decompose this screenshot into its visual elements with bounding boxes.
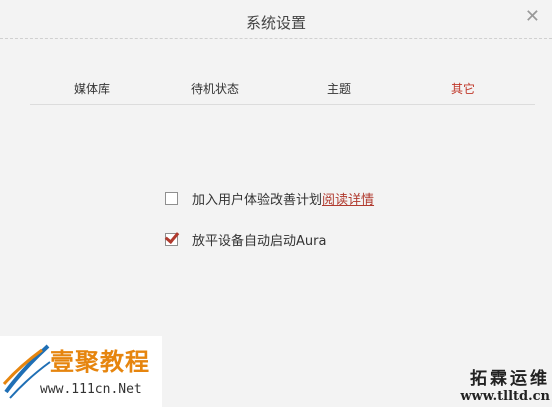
close-icon[interactable]: ✕ bbox=[525, 7, 540, 27]
auto-start-label: 放平设备自动启动Aura bbox=[192, 233, 327, 249]
watermark-left: 壹聚教程 www.111cn.Net bbox=[0, 336, 162, 407]
watermark-right-logo: 拓霖运维 bbox=[470, 369, 550, 389]
tab-bar: 媒体库 待机状态 主题 其它 bbox=[30, 70, 535, 105]
titlebar-divider bbox=[0, 38, 552, 39]
read-details-link[interactable]: 阅读详情 bbox=[322, 189, 374, 208]
watermark-left-url: www.111cn.Net bbox=[40, 382, 142, 397]
watermark-right-url: www.tlltd.cn bbox=[460, 389, 550, 404]
experience-program-checkbox[interactable] bbox=[165, 191, 178, 205]
tab-media-library[interactable]: 媒体库 bbox=[74, 80, 110, 97]
watermark-left-logo: 壹聚教程 bbox=[50, 347, 150, 376]
options-list: 加入用户体验改善计划 阅读详情 放平设备自动启动Aura bbox=[165, 188, 374, 270]
settings-dialog: 系统设置 ✕ 媒体库 待机状态 主题 其它 加入用户体验改善计划 阅读详情 放平设… bbox=[0, 0, 552, 407]
experience-program-label: 加入用户体验改善计划 bbox=[192, 192, 323, 208]
tab-standby[interactable]: 待机状态 bbox=[191, 80, 239, 97]
dialog-title: 系统设置 bbox=[245, 14, 306, 32]
auto-start-option: 放平设备自动启动Aura bbox=[165, 229, 374, 249]
tab-other[interactable]: 其它 bbox=[451, 80, 475, 97]
experience-program-option: 加入用户体验改善计划 阅读详情 bbox=[165, 188, 374, 208]
tab-theme[interactable]: 主题 bbox=[327, 80, 351, 97]
titlebar: 系统设置 ✕ bbox=[0, 0, 552, 38]
auto-start-checkbox[interactable] bbox=[165, 232, 178, 246]
watermark-right: 拓霖运维 www.tlltd.cn bbox=[442, 364, 550, 407]
